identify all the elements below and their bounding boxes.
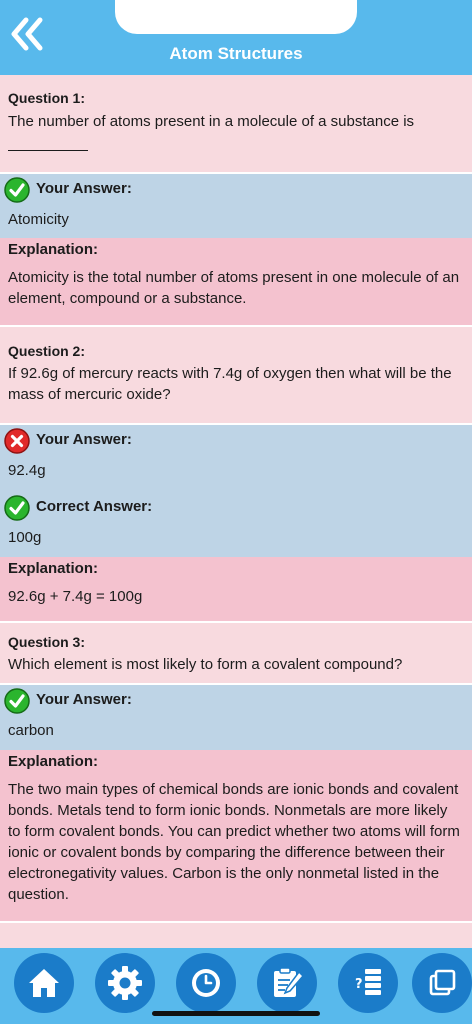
explanation-label: Explanation: (8, 241, 99, 258)
explanation-label: Explanation: (8, 560, 99, 577)
home-icon (29, 969, 59, 997)
gear-icon (108, 966, 142, 1000)
header-bar: Atom Structures (0, 0, 472, 75)
device-notch (115, 0, 357, 34)
edit-note-icon (274, 967, 305, 997)
cross-icon (4, 428, 30, 454)
your-answer-value: carbon (8, 722, 54, 739)
your-answer-label: Your Answer: (36, 431, 132, 448)
settings-button[interactable] (95, 953, 155, 1013)
correct-answer-value: 100g (8, 529, 42, 546)
explanation-text: 92.6g + 7.4g = 100g (8, 588, 143, 605)
question-text: If 92.6g of mercury reacts with 7.4g of … (8, 365, 452, 403)
answer-heading-row: Your Answer: (4, 426, 464, 454)
results-list[interactable]: Question 1: The number of atoms present … (0, 75, 472, 948)
question-block: Question 1: The number of atoms present … (0, 75, 472, 172)
correct-answer-label: Correct Answer: (36, 498, 153, 515)
your-answer-label: Your Answer: (36, 180, 132, 197)
explanation-block: Explanation: The two main types of chemi… (0, 750, 472, 921)
correct-answer-heading-row: Correct Answer: (4, 493, 464, 521)
your-answer-block: Your Answer: Atomicity (0, 174, 472, 238)
your-answer-block: Your Answer: carbon (0, 685, 472, 750)
answer-heading-row: Your Answer: (4, 175, 464, 203)
explanation-text: The two main types of chemical bonds are… (8, 781, 460, 903)
quiz-list-button[interactable]: ? (338, 953, 398, 1013)
your-answer-value: 92.4g (8, 462, 46, 479)
home-indicator (152, 1011, 320, 1016)
blank-line (8, 150, 88, 151)
question-label: Question 3: (8, 634, 86, 650)
your-answer-value: Atomicity (8, 211, 69, 228)
quiz-list-icon: ? (355, 969, 381, 995)
clock-icon (192, 969, 220, 997)
history-button[interactable] (176, 953, 236, 1013)
question-block: Question 2: If 92.6g of mercury reacts w… (0, 327, 472, 423)
question-text: The number of atoms present in a molecul… (8, 113, 415, 130)
explanation-label: Explanation: (8, 753, 99, 770)
explanation-block: Explanation: 92.6g + 7.4g = 100g (0, 557, 472, 621)
copy-button[interactable] (412, 953, 472, 1013)
copy-icon (429, 969, 456, 996)
check-icon (4, 688, 30, 714)
list-footer-space (0, 923, 472, 948)
question-label: Question 1: (8, 90, 86, 106)
answer-heading-row: Your Answer: (4, 686, 464, 714)
notes-button[interactable] (257, 953, 317, 1013)
question-text: Which element is most likely to form a c… (8, 656, 403, 673)
home-button[interactable] (14, 953, 74, 1013)
explanation-text: Atomicity is the total number of atoms p… (8, 269, 460, 307)
check-icon (4, 495, 30, 521)
page-title: Atom Structures (169, 44, 303, 63)
explanation-block: Explanation: Atomicity is the total numb… (0, 238, 472, 325)
svg-text:?: ? (355, 977, 363, 992)
question-block: Question 3: Which element is most likely… (0, 623, 472, 683)
check-icon (4, 177, 30, 203)
question-label: Question 2: (8, 343, 86, 359)
your-answer-label: Your Answer: (36, 691, 132, 708)
your-answer-block: Your Answer: 92.4g Correct Answer: 100g (0, 425, 472, 557)
